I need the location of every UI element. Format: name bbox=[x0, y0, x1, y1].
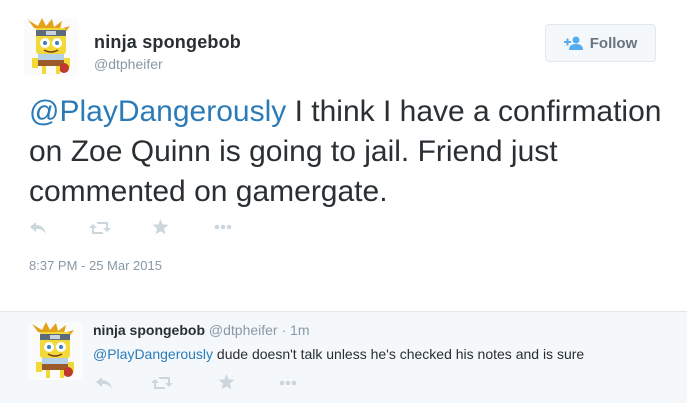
tweet-text: @PlayDangerously I think I have a confir… bbox=[29, 92, 669, 212]
reply-favorite-button[interactable] bbox=[216, 373, 236, 391]
follow-label: Follow bbox=[589, 34, 638, 52]
reply-header: ninja spongebob @dtpheifer · 1m bbox=[93, 322, 310, 338]
reply-separator: · bbox=[281, 322, 287, 338]
favorite-icon bbox=[152, 219, 169, 235]
retweet-button[interactable] bbox=[88, 220, 112, 236]
reply-reply-button[interactable] bbox=[94, 375, 114, 391]
reply-retweet-button[interactable] bbox=[150, 375, 174, 391]
author-fullname[interactable]: ninja spongebob bbox=[94, 32, 241, 53]
more-icon bbox=[279, 380, 297, 386]
reply-fullname[interactable]: ninja spongebob bbox=[93, 322, 205, 338]
add-user-icon bbox=[563, 36, 584, 50]
author-username[interactable]: @dtpheifer bbox=[94, 56, 163, 72]
reply-text: @PlayDangerously dude doesn't talk unles… bbox=[93, 346, 584, 362]
tweet-timestamp[interactable]: 8:37 PM - 25 Mar 2015 bbox=[29, 258, 162, 273]
retweet-icon bbox=[89, 221, 111, 235]
reply-mention-link[interactable]: @PlayDangerously bbox=[93, 346, 213, 362]
reply-icon bbox=[95, 376, 113, 390]
reply-body: dude doesn't talk unless he's checked hi… bbox=[213, 346, 585, 362]
more-icon bbox=[214, 224, 232, 230]
favorite-icon bbox=[218, 374, 235, 390]
reply-icon bbox=[29, 221, 47, 235]
reply-username[interactable]: @dtpheifer bbox=[209, 322, 278, 338]
more-button[interactable] bbox=[212, 222, 234, 232]
follow-button[interactable]: Follow bbox=[545, 24, 656, 62]
avatar[interactable] bbox=[24, 18, 79, 76]
favorite-button[interactable] bbox=[150, 218, 170, 236]
reply-button[interactable] bbox=[28, 220, 48, 236]
reply-more-button[interactable] bbox=[277, 378, 299, 388]
reply-age[interactable]: 1m bbox=[290, 322, 309, 338]
retweet-icon bbox=[151, 376, 173, 390]
reply-avatar[interactable] bbox=[28, 322, 83, 380]
mention-link[interactable]: @PlayDangerously bbox=[29, 95, 286, 128]
